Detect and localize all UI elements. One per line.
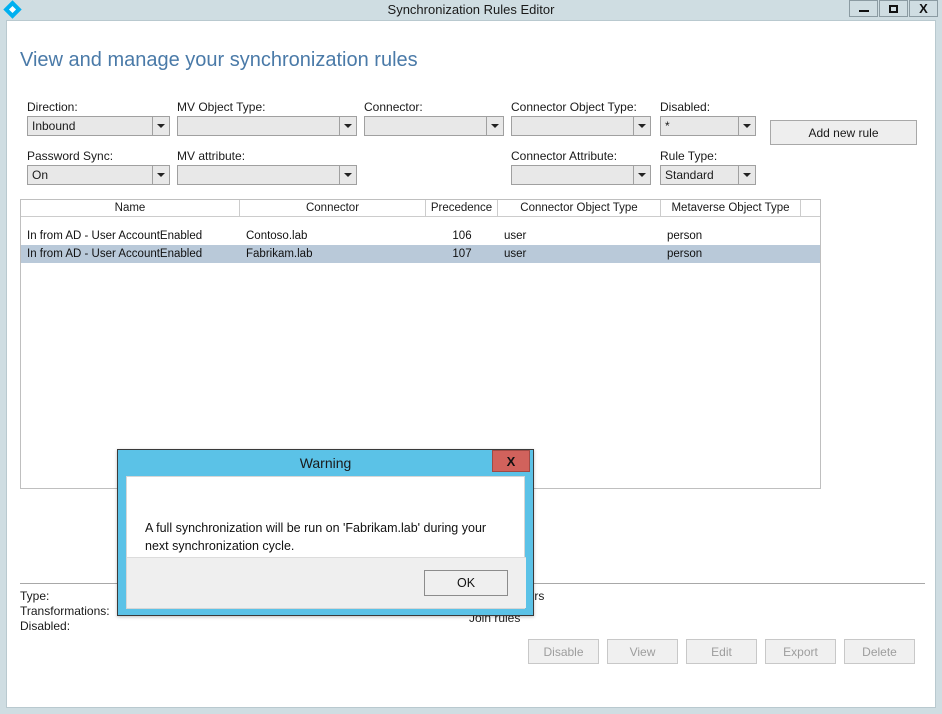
chevron-down-icon[interactable] — [633, 117, 650, 135]
label-disabled-filter: Disabled: — [660, 100, 711, 114]
close-icon: X — [506, 453, 516, 469]
label-connector: Connector: — [364, 100, 423, 114]
combo-password-sync-value: On — [32, 168, 49, 182]
cell-connector-object-type: user — [504, 230, 527, 242]
combo-connector-attribute-value — [512, 166, 633, 184]
cell-precedence: 106 — [452, 230, 472, 242]
label-direction: Direction: — [27, 100, 78, 114]
cell-name: In from AD - User AccountEnabled — [27, 230, 203, 242]
chevron-down-icon[interactable] — [339, 117, 356, 135]
label-rule-type: Rule Type: — [660, 149, 718, 163]
column-header-metaverse-object-type[interactable]: Metaverse Object Type — [661, 200, 801, 216]
cell-metaverse-object-type: person — [667, 230, 703, 242]
dialog-message: A full synchronization will be run on 'F… — [145, 521, 487, 553]
combo-disabled-filter-value: * — [665, 119, 670, 133]
column-header-precedence[interactable]: Precedence — [426, 200, 498, 216]
chevron-down-icon[interactable] — [152, 117, 169, 135]
add-new-rule-button[interactable]: Add new rule — [770, 120, 917, 145]
combo-rule-type-value: Standard — [665, 168, 714, 182]
page-title: View and manage your synchronization rul… — [20, 49, 418, 71]
combo-connector[interactable] — [364, 116, 504, 136]
detail-type-label: Type: — [20, 589, 50, 603]
window-title: Synchronization Rules Editor — [387, 2, 555, 17]
sync-diamond-icon — [3, 0, 23, 20]
view-button[interactable]: View — [607, 639, 678, 664]
cell-connector: Contoso.lab — [246, 230, 308, 242]
cell-connector-object-type: user — [504, 248, 527, 260]
table-row[interactable]: In from AD - User AccountEnabled Fabrika… — [21, 245, 820, 263]
close-button[interactable]: X — [909, 0, 938, 17]
combo-connector-object-type-value — [512, 117, 633, 135]
dialog-titlebar: Warning X — [118, 450, 533, 476]
export-button[interactable]: Export — [765, 639, 836, 664]
chevron-down-icon[interactable] — [339, 166, 356, 184]
dialog-body: A full synchronization will be run on 'F… — [126, 476, 526, 609]
table-header-row: Name Connector Precedence Connector Obje… — [21, 200, 820, 217]
detail-disabled-label: Disabled: — [20, 619, 71, 633]
window-titlebar: Synchronization Rules Editor X — [0, 0, 942, 20]
chevron-down-icon[interactable] — [633, 166, 650, 184]
label-connector-attribute: Connector Attribute: — [511, 149, 618, 163]
combo-disabled-filter[interactable]: * — [660, 116, 756, 136]
minimize-button[interactable] — [849, 0, 878, 17]
dialog-ok-button[interactable]: OK — [424, 570, 508, 596]
label-password-sync: Password Sync: — [27, 149, 114, 163]
dialog-close-button[interactable]: X — [492, 450, 530, 472]
label-mv-object-type: MV Object Type: — [177, 100, 266, 114]
cell-name: In from AD - User AccountEnabled — [27, 248, 203, 260]
dialog-title: Warning — [299, 455, 352, 471]
label-mv-attribute: MV attribute: — [177, 149, 246, 163]
chevron-down-icon[interactable] — [486, 117, 503, 135]
combo-connector-attribute[interactable] — [511, 165, 651, 185]
detail-transformations-label: Transformations: — [20, 604, 110, 618]
combo-connector-value — [365, 117, 486, 135]
client-area: View and manage your synchronization rul… — [6, 20, 936, 708]
combo-rule-type[interactable]: Standard — [660, 165, 756, 185]
label-connector-object-type: Connector Object Type: — [511, 100, 637, 114]
combo-mv-attribute-value — [178, 166, 339, 184]
warning-dialog: Warning X A full synchronization will be… — [117, 449, 534, 616]
chevron-down-icon[interactable] — [738, 117, 755, 135]
edit-button[interactable]: Edit — [686, 639, 757, 664]
combo-mv-object-type[interactable] — [177, 116, 357, 136]
column-header-connector[interactable]: Connector — [240, 200, 426, 216]
chevron-down-icon[interactable] — [152, 166, 169, 184]
delete-button[interactable]: Delete — [844, 639, 915, 664]
chevron-down-icon[interactable] — [738, 166, 755, 184]
combo-direction[interactable]: Inbound — [27, 116, 170, 136]
dialog-footer: OK — [127, 557, 526, 608]
application-window: Synchronization Rules Editor X View and … — [0, 0, 942, 714]
rules-table[interactable]: Name Connector Precedence Connector Obje… — [20, 199, 821, 489]
close-icon: X — [919, 1, 928, 16]
cell-precedence: 107 — [452, 248, 472, 260]
combo-password-sync[interactable]: On — [27, 165, 170, 185]
combo-direction-value: Inbound — [32, 119, 76, 133]
combo-connector-object-type[interactable] — [511, 116, 651, 136]
window-controls: X — [848, 0, 938, 18]
table-row[interactable]: In from AD - User AccountEnabled Contoso… — [21, 227, 820, 245]
column-header-spacer — [801, 200, 820, 216]
maximize-button[interactable] — [879, 0, 908, 17]
combo-mv-object-type-value — [178, 117, 339, 135]
column-header-connector-object-type[interactable]: Connector Object Type — [498, 200, 661, 216]
cell-metaverse-object-type: person — [667, 248, 703, 260]
cell-connector: Fabrikam.lab — [246, 248, 313, 260]
combo-mv-attribute[interactable] — [177, 165, 357, 185]
column-header-name[interactable]: Name — [21, 200, 240, 216]
disable-button[interactable]: Disable — [528, 639, 599, 664]
